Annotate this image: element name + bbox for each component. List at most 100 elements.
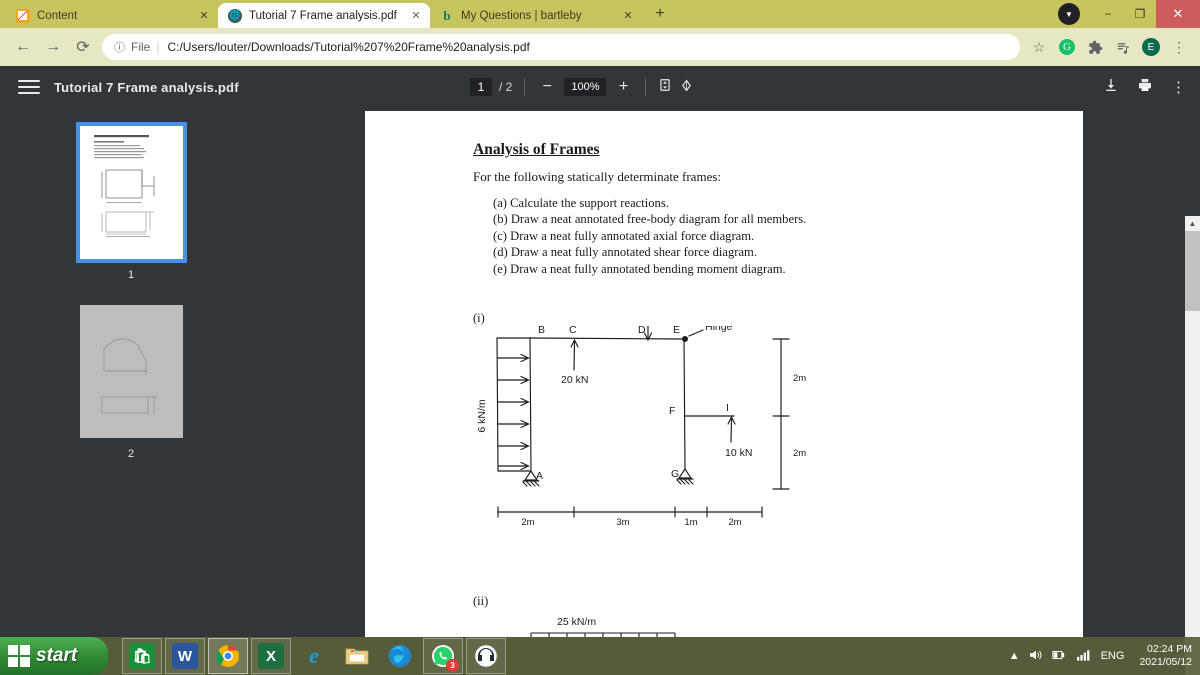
rotate-icon[interactable]	[679, 78, 694, 97]
taskbar-app-internet-explorer[interactable]: e	[294, 638, 334, 674]
node-label-g: G	[671, 468, 679, 480]
note-icon	[16, 8, 30, 23]
print-icon[interactable]	[1137, 77, 1153, 97]
tab-tutorial-7-frame-analysis[interactable]: 🌐 Tutorial 7 Frame analysis.pdf ✕	[218, 3, 430, 28]
word-icon: W	[172, 643, 198, 669]
list-item: (e) Draw a neat fully annotated bending …	[493, 261, 786, 276]
pdf-viewer-toolbar: Tutorial 7 Frame analysis.pdf 1 / 2 − 10…	[0, 66, 1200, 108]
file-explorer-icon	[344, 643, 370, 669]
page-number-input[interactable]: 1	[470, 78, 492, 96]
tab-content[interactable]: Content ✕	[6, 3, 218, 28]
taskbar-app-microsoft-edge[interactable]	[380, 638, 420, 674]
node-label-b: B	[538, 326, 545, 336]
extensions-puzzle-icon[interactable]	[1082, 34, 1108, 60]
thumbnail-preview	[79, 126, 183, 259]
language-indicator[interactable]: ENG	[1101, 650, 1125, 662]
zoom-out-button[interactable]: −	[537, 78, 557, 96]
taskbar-app-microsoft-store[interactable]: 🛍	[122, 638, 162, 674]
tab-my-questions-bartleby[interactable]: b My Questions | bartleby ✕	[430, 3, 642, 28]
url-scheme-label: File	[131, 40, 151, 54]
tab-close-icon[interactable]: ✕	[408, 8, 424, 24]
new-tab-button[interactable]: +	[647, 1, 673, 27]
zoom-in-button[interactable]: +	[613, 78, 633, 96]
pdf-page-area[interactable]: Analysis of Frames For the following sta…	[262, 108, 1186, 637]
battery-icon[interactable]	[1051, 649, 1068, 664]
thumbnail-page-2[interactable]	[79, 305, 183, 438]
divider	[645, 78, 647, 96]
load-label-20kn: 20 kN	[561, 374, 588, 386]
chrome-icon	[215, 643, 241, 669]
tab-close-icon[interactable]: ✕	[620, 8, 636, 24]
forward-icon[interactable]: →	[38, 32, 68, 62]
pdf-more-icon[interactable]: ⋮	[1171, 78, 1186, 96]
list-item: (a) Calculate the support reactions.	[493, 196, 669, 210]
thumbnail-page-1[interactable]	[75, 122, 187, 263]
address-bar[interactable]: ⓘ File | C:/Users/louter/Downloads/Tutor…	[102, 34, 1020, 60]
divider	[524, 78, 526, 96]
tab-label: Tutorial 7 Frame analysis.pdf	[249, 9, 397, 22]
back-icon[interactable]: ←	[8, 32, 38, 62]
scrollbar-thumb[interactable]	[1185, 231, 1200, 311]
vertical-scrollbar[interactable]: ▲	[1185, 216, 1200, 675]
bookmark-star-icon[interactable]: ☆	[1026, 34, 1052, 60]
whatsapp-icon: 3	[430, 643, 459, 672]
window-controls: ▼ − ❐ ✕	[1058, 0, 1200, 28]
site-info-icon[interactable]: ⓘ	[114, 39, 125, 55]
taskbar-app-audio[interactable]	[466, 638, 506, 674]
task-list: (a) Calculate the support reactions. (b)…	[493, 195, 806, 277]
bartleby-b-icon: b	[443, 8, 451, 23]
grammarly-glyph: G	[1059, 39, 1075, 55]
node-label-a: A	[536, 470, 543, 482]
taskbar-app-whatsapp[interactable]: 3	[423, 638, 463, 674]
start-button[interactable]: start	[0, 637, 108, 675]
taskbar-app-file-explorer[interactable]	[337, 638, 377, 674]
taskbar-app-microsoft-word[interactable]: W	[165, 638, 205, 674]
divider: |	[156, 40, 160, 54]
tray-chevron-icon[interactable]: ▲	[1009, 650, 1020, 662]
internet-explorer-icon: e	[309, 643, 319, 668]
page-title: Analysis of Frames	[473, 141, 600, 158]
grammarly-extension-icon[interactable]: G	[1054, 34, 1080, 60]
hinge-label: Hinge	[705, 326, 733, 333]
reading-list-icon[interactable]	[1110, 34, 1136, 60]
close-button[interactable]: ✕	[1156, 0, 1200, 28]
chevron-down-icon[interactable]: ▼	[1058, 3, 1080, 25]
maximize-button[interactable]: ❐	[1124, 0, 1156, 28]
url-text: C:/Users/louter/Downloads/Tutorial%207%2…	[167, 40, 530, 54]
download-icon[interactable]	[1103, 77, 1119, 97]
dim-label-2m-1: 2m	[521, 517, 534, 528]
network-signal-icon[interactable]	[1076, 649, 1092, 664]
browser-menu-icon[interactable]: ⋮	[1166, 34, 1192, 60]
taskbar-app-microsoft-excel[interactable]: X	[251, 638, 291, 674]
profile-avatar[interactable]: E	[1138, 34, 1164, 60]
list-item: (d) Draw a neat fully annotated shear fo…	[493, 245, 757, 260]
pdf-viewer: 1 2 Analysis of Frames For the following…	[0, 108, 1200, 675]
dim-label-2m-v1: 2m	[793, 373, 806, 384]
scroll-up-arrow[interactable]: ▲	[1185, 216, 1200, 231]
frame-diagram-ii: 25 kN/m	[435, 611, 855, 637]
browser-title-bar: Content ✕ 🌐 Tutorial 7 Frame analysis.pd…	[0, 0, 1200, 28]
frame-diagram-i: B C D E A G F I Hinge 50 kN 20 kN 10 kN …	[435, 326, 855, 581]
thumbnail-label-1: 1	[127, 269, 135, 281]
pdf-actions: ⋮	[1103, 77, 1186, 97]
taskbar-app-list: 🛍 W X e 3	[122, 637, 506, 675]
thumbnail-sidebar[interactable]: 1 2	[0, 108, 262, 637]
figure-1-label: (i)	[473, 311, 485, 325]
minimize-button[interactable]: −	[1092, 0, 1124, 28]
hamburger-icon[interactable]	[18, 76, 40, 98]
dim-label-1m: 1m	[684, 517, 697, 528]
reload-icon[interactable]: ⟳	[68, 32, 98, 62]
tab-close-icon[interactable]: ✕	[196, 8, 212, 24]
browser-toolbar: ← → ⟳ ⓘ File | C:/Users/louter/Downloads…	[0, 28, 1200, 66]
taskbar-app-google-chrome[interactable]	[208, 638, 248, 674]
zoom-level-value[interactable]: 100%	[564, 78, 607, 96]
clock[interactable]: 02:24 PM 2021/05/12	[1139, 643, 1192, 669]
fit-page-icon[interactable]	[658, 78, 672, 96]
pdf-document-title: Tutorial 7 Frame analysis.pdf	[54, 79, 239, 95]
globe-icon: 🌐	[228, 8, 242, 23]
thumbnail-preview	[79, 305, 183, 438]
edge-icon	[387, 643, 413, 669]
dim-label-2m-v2: 2m	[793, 448, 806, 459]
volume-icon[interactable]	[1029, 649, 1043, 664]
node-label-e: E	[673, 326, 680, 336]
